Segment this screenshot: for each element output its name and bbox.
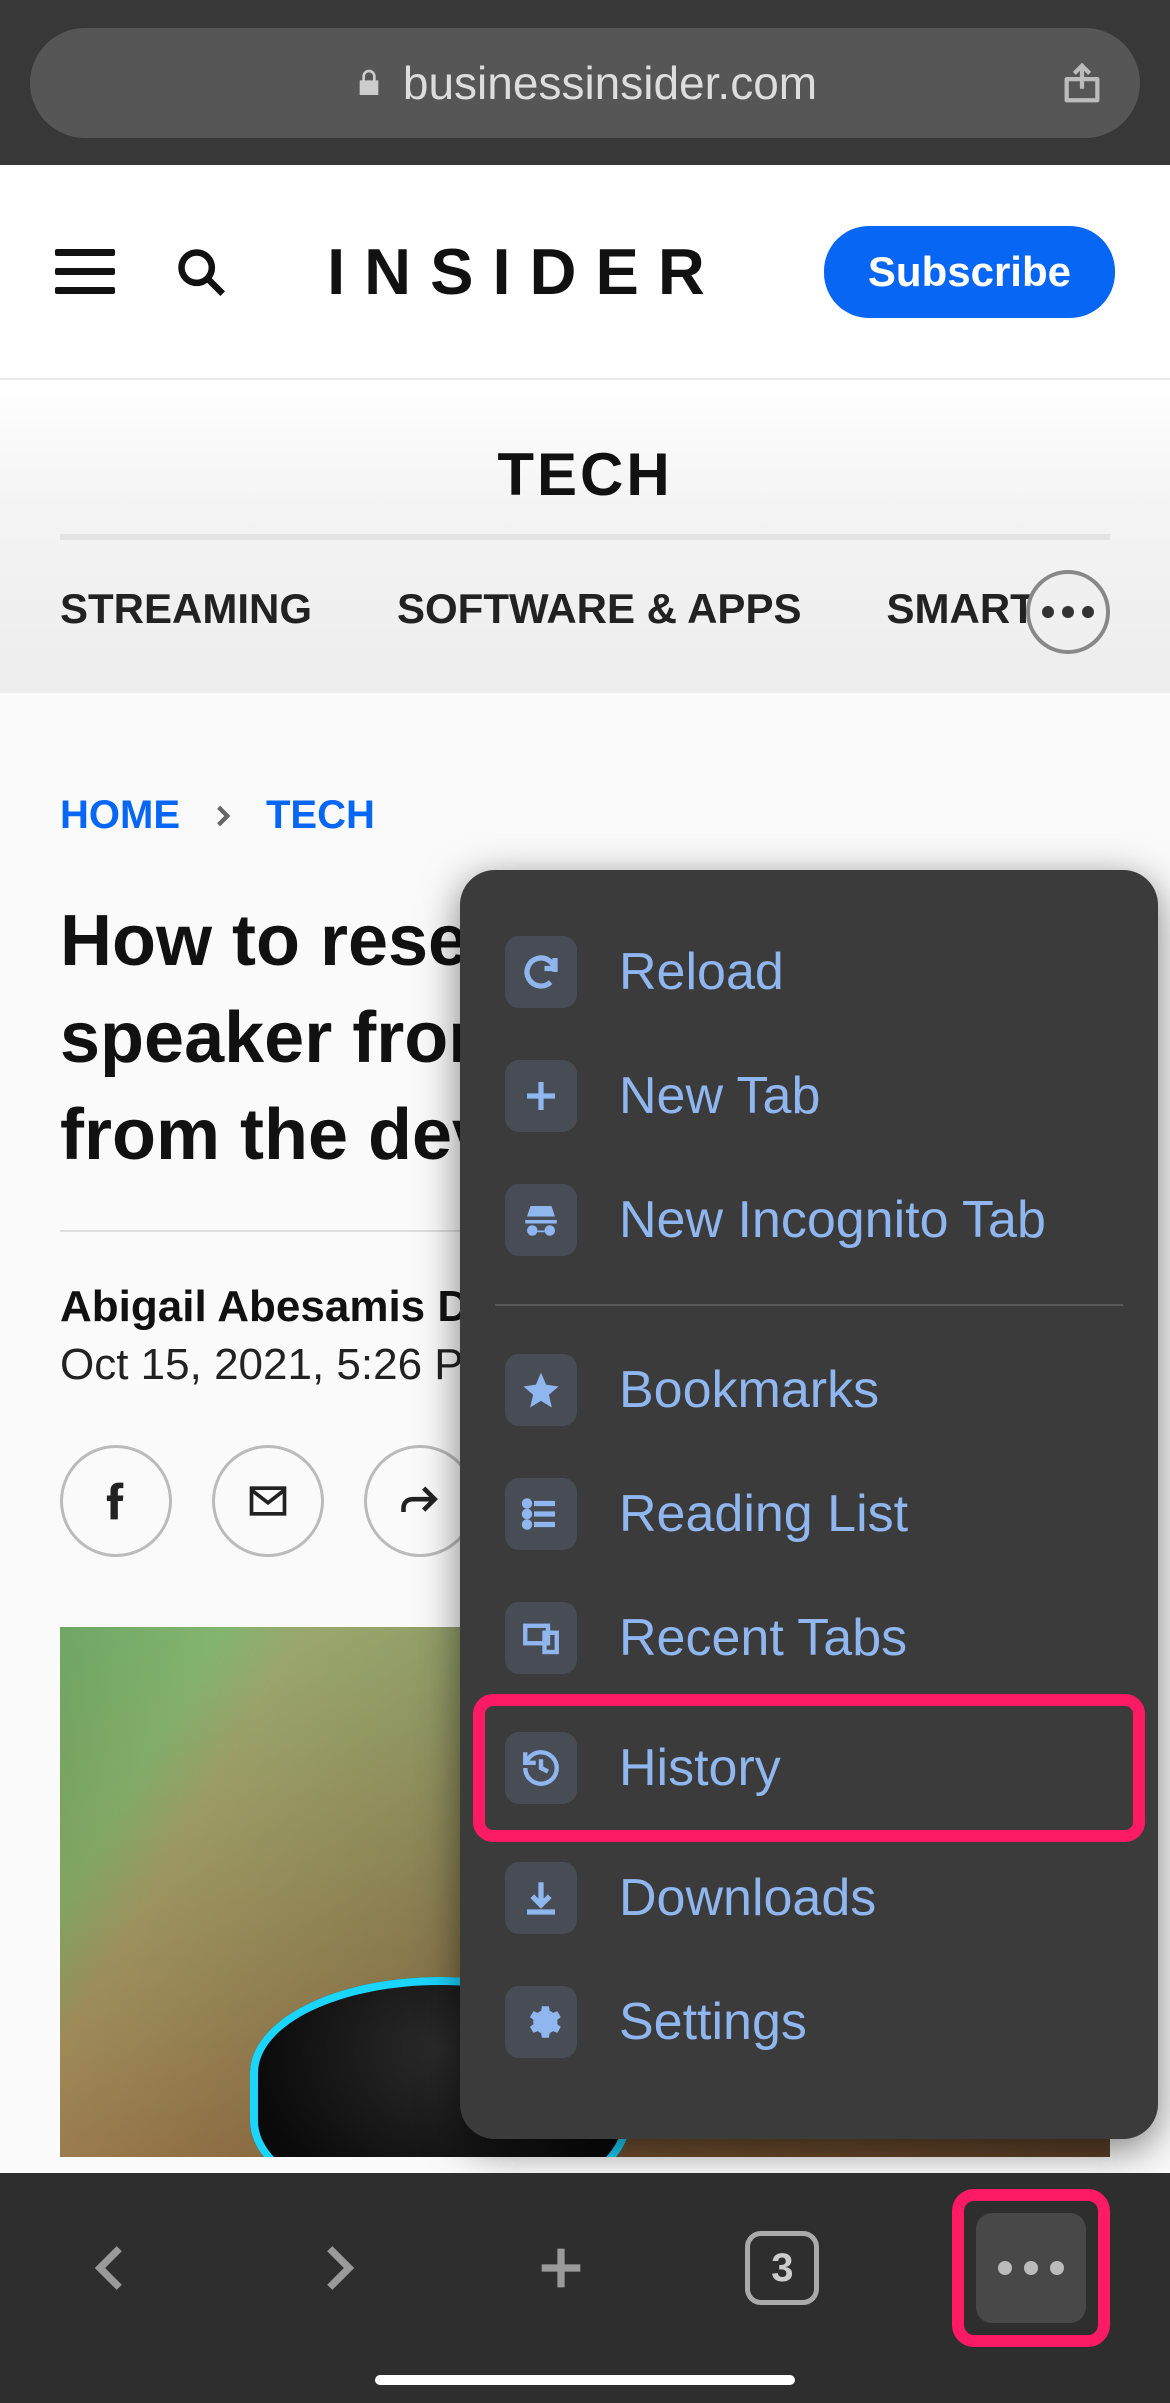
more-icon[interactable] xyxy=(1026,570,1110,654)
hamburger-menu-icon[interactable] xyxy=(55,249,115,294)
menu-incognito-label: New Incognito Tab xyxy=(619,1190,1046,1250)
email-share-button[interactable] xyxy=(212,1445,324,1557)
star-icon xyxy=(505,1354,577,1426)
menu-settings-label: Settings xyxy=(619,1992,807,2052)
list-icon xyxy=(505,1478,577,1550)
section-bar: TECH STREAMING SOFTWARE & APPS SMART HOM… xyxy=(0,380,1170,693)
subnav: STREAMING SOFTWARE & APPS SMART HOME xyxy=(60,540,1110,693)
menu-bookmarks-label: Bookmarks xyxy=(619,1360,879,1420)
menu-downloads-label: Downloads xyxy=(619,1868,876,1928)
chevron-right-icon xyxy=(210,803,236,829)
url-text: businessinsider.com xyxy=(403,56,817,110)
back-button[interactable] xyxy=(72,2228,152,2308)
address-pill[interactable]: businessinsider.com xyxy=(30,28,1140,138)
breadcrumb: HOME TECH xyxy=(60,793,1110,838)
menu-reading-list[interactable]: Reading List xyxy=(485,1452,1133,1576)
subscribe-button[interactable]: Subscribe xyxy=(824,226,1115,318)
menu-recent-tabs[interactable]: Recent Tabs xyxy=(485,1576,1133,1700)
download-icon xyxy=(505,1862,577,1934)
plus-icon xyxy=(505,1060,577,1132)
history-icon xyxy=(505,1732,577,1804)
section-title: TECH xyxy=(60,440,1110,540)
reload-icon xyxy=(505,936,577,1008)
menu-new-tab-label: New Tab xyxy=(619,1066,820,1126)
menu-downloads[interactable]: Downloads xyxy=(485,1836,1133,1960)
facebook-share-button[interactable] xyxy=(60,1445,172,1557)
menu-divider xyxy=(495,1304,1123,1306)
browser-bottom-toolbar: 3 xyxy=(0,2173,1170,2403)
devices-icon xyxy=(505,1602,577,1674)
menu-recent-tabs-label: Recent Tabs xyxy=(619,1608,907,1668)
lock-icon xyxy=(353,67,385,99)
subnav-software-apps[interactable]: SOFTWARE & APPS xyxy=(397,585,801,633)
menu-reading-list-label: Reading List xyxy=(619,1484,908,1544)
tab-count-label: 3 xyxy=(771,2246,793,2291)
breadcrumb-tech[interactable]: TECH xyxy=(266,793,375,838)
forward-button[interactable] xyxy=(297,2228,377,2308)
menu-incognito[interactable]: New Incognito Tab xyxy=(485,1158,1133,1282)
new-tab-button[interactable] xyxy=(521,2228,601,2308)
menu-history[interactable]: History xyxy=(485,1706,1133,1830)
search-icon[interactable] xyxy=(175,246,227,298)
incognito-icon xyxy=(505,1184,577,1256)
breadcrumb-home[interactable]: HOME xyxy=(60,793,180,838)
site-header: INSIDER Subscribe xyxy=(0,165,1170,380)
overflow-menu-button-highlight xyxy=(964,2201,1098,2335)
menu-history-label: History xyxy=(619,1738,781,1798)
overflow-menu-button[interactable] xyxy=(976,2213,1086,2323)
home-indicator xyxy=(375,2375,795,2385)
tab-switcher-button[interactable]: 3 xyxy=(745,2231,819,2305)
browser-overflow-menu: Reload New Tab New Incognito Tab Bookmar… xyxy=(460,870,1158,2139)
site-logo[interactable]: INSIDER xyxy=(227,234,824,309)
share-icon[interactable] xyxy=(1059,60,1105,106)
menu-bookmarks[interactable]: Bookmarks xyxy=(485,1328,1133,1452)
menu-settings[interactable]: Settings xyxy=(485,1960,1133,2084)
menu-reload[interactable]: Reload xyxy=(485,910,1133,1034)
menu-new-tab[interactable]: New Tab xyxy=(485,1034,1133,1158)
menu-reload-label: Reload xyxy=(619,942,784,1002)
browser-address-bar: businessinsider.com xyxy=(0,0,1170,165)
subnav-streaming[interactable]: STREAMING xyxy=(60,585,312,633)
gear-icon xyxy=(505,1986,577,2058)
